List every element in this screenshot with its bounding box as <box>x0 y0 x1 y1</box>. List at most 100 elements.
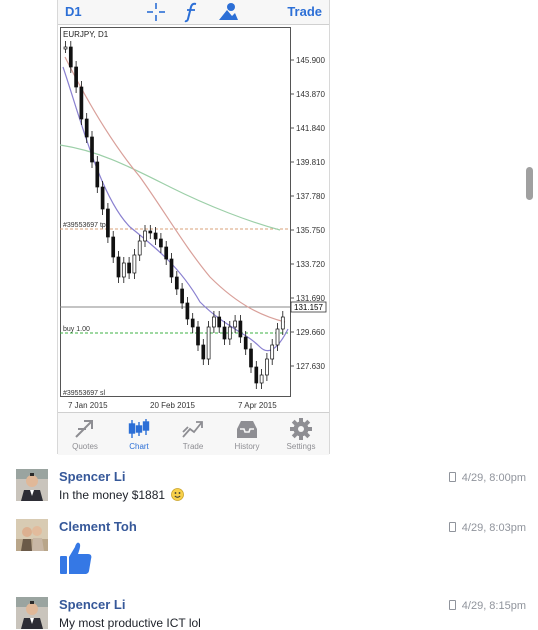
candle-body <box>84 118 89 138</box>
candle-body <box>222 326 227 340</box>
candle-body <box>265 358 269 376</box>
price-label: 137.780 <box>296 192 325 201</box>
candle-body <box>280 316 285 330</box>
candle-body <box>143 230 147 242</box>
price-label: 143.870 <box>296 90 325 99</box>
tab-settings[interactable]: Settings <box>274 415 328 455</box>
comment-text: In the money $1881 <box>59 488 185 504</box>
trade-button[interactable]: Trade <box>287 4 322 19</box>
price-label: 129.660 <box>296 328 325 337</box>
mt4-screenshot[interactable]: D1 Trade 145.900 143.870 141.840 139.810 <box>57 0 330 455</box>
current-price-label: 131.157 <box>294 303 323 312</box>
price-label: 141.840 <box>296 124 325 133</box>
candle-body <box>127 262 131 274</box>
comment-author[interactable]: Spencer Li <box>59 469 125 484</box>
tab-chart-label: Chart <box>129 442 149 451</box>
trade-icon <box>182 421 203 438</box>
history-icon <box>237 421 257 438</box>
candle-body <box>159 238 163 248</box>
comment-time-value: 4/29, 8:00pm <box>461 472 526 484</box>
date-label: 20 Feb 2015 <box>150 401 195 410</box>
price-chart[interactable]: 145.900 143.870 141.840 139.810 137.780 135.7… <box>60 27 327 411</box>
candle-body <box>74 66 78 88</box>
candle-body <box>116 256 121 278</box>
price-label: 127.630 <box>296 362 325 371</box>
comment-text: My most productive ICT lol <box>59 616 201 630</box>
candle-body <box>259 374 264 384</box>
candle-body <box>137 240 142 256</box>
crosshair-icon[interactable] <box>144 1 168 23</box>
candle-body <box>249 348 253 368</box>
candle-body <box>174 276 179 290</box>
chart-icon <box>128 419 150 438</box>
candle-body <box>206 326 211 360</box>
timeframe-button[interactable]: D1 <box>65 4 82 19</box>
comment-timestamp: 4/29, 8:00pm <box>448 472 526 484</box>
comment-time-value: 4/29, 8:15pm <box>461 600 526 612</box>
tab-trade-label: Trade <box>182 442 204 451</box>
price-label: 133.720 <box>296 260 325 269</box>
tab-quotes-label: Quotes <box>72 442 98 451</box>
stop-loss-label: #39553697 sl <box>63 390 105 397</box>
tab-quotes[interactable]: Quotes <box>58 415 112 455</box>
candle-body <box>180 288 184 304</box>
candle-body <box>212 316 216 328</box>
date-label: 7 Apr 2015 <box>238 401 277 410</box>
candle-body <box>90 136 94 163</box>
mobile-phone-icon <box>448 472 456 482</box>
objects-icon[interactable] <box>216 1 240 23</box>
comment-text-value: In the money $1881 <box>59 488 166 502</box>
candle-body <box>95 161 100 188</box>
tab-settings-label: Settings <box>286 442 316 451</box>
avatar[interactable] <box>16 469 48 501</box>
candle-body <box>153 232 158 240</box>
take-profit-label: #39553697 tp <box>63 222 106 229</box>
avatar[interactable] <box>16 519 48 551</box>
candle-body <box>100 186 105 210</box>
candle-body <box>169 258 174 278</box>
date-label: 7 Jan 2015 <box>68 401 108 410</box>
candle-body <box>201 344 206 360</box>
candle-body <box>238 320 243 338</box>
comment-timestamp: 4/29, 8:15pm <box>448 600 526 612</box>
scrollbar-thumb[interactable] <box>526 167 533 200</box>
price-label: 139.810 <box>296 158 325 167</box>
thumbs-up-icon <box>60 542 92 574</box>
candle-body <box>254 366 259 384</box>
thumbs-up-sticker <box>59 540 93 579</box>
smile-emoji-icon <box>171 488 185 504</box>
candle-body <box>111 236 116 258</box>
candlestick-chart: 145.900 143.870 141.840 139.810 137.780 135.7… <box>60 27 327 410</box>
mobile-phone-icon <box>448 600 456 610</box>
candle-body <box>121 262 126 278</box>
tab-chart[interactable]: Chart <box>112 415 166 455</box>
comment-timestamp: 4/29, 8:03pm <box>448 522 526 534</box>
comment-author[interactable]: Spencer Li <box>59 597 125 612</box>
avatar[interactable] <box>16 597 48 629</box>
indicators-icon[interactable] <box>180 1 204 23</box>
buy-order-label: buy 1.00 <box>63 326 90 333</box>
price-label: 135.750 <box>296 226 325 235</box>
candle-body <box>270 344 275 360</box>
candle-body <box>79 86 84 120</box>
tab-trade[interactable]: Trade <box>166 415 220 455</box>
candle-body <box>217 316 222 328</box>
quotes-icon <box>75 420 93 438</box>
tab-bar: Quotes Chart Trade History Settings <box>58 412 329 455</box>
candle-body <box>233 320 237 328</box>
tab-history-label: History <box>234 442 260 451</box>
gear-icon <box>290 418 312 440</box>
candle-body <box>132 254 137 274</box>
tab-history[interactable]: History <box>220 415 274 455</box>
candle-body <box>190 318 195 328</box>
candle-body <box>164 246 169 260</box>
candle-body <box>243 336 248 350</box>
candle-body <box>63 46 68 50</box>
comment-time-value: 4/29, 8:03pm <box>461 522 526 534</box>
comment-author[interactable]: Clement Toh <box>59 519 137 534</box>
candle-body <box>106 208 110 238</box>
plot-frame <box>60 27 291 397</box>
chart-toolbar: D1 Trade <box>58 0 329 25</box>
price-label: 145.900 <box>296 56 325 65</box>
candle-body <box>68 46 73 68</box>
